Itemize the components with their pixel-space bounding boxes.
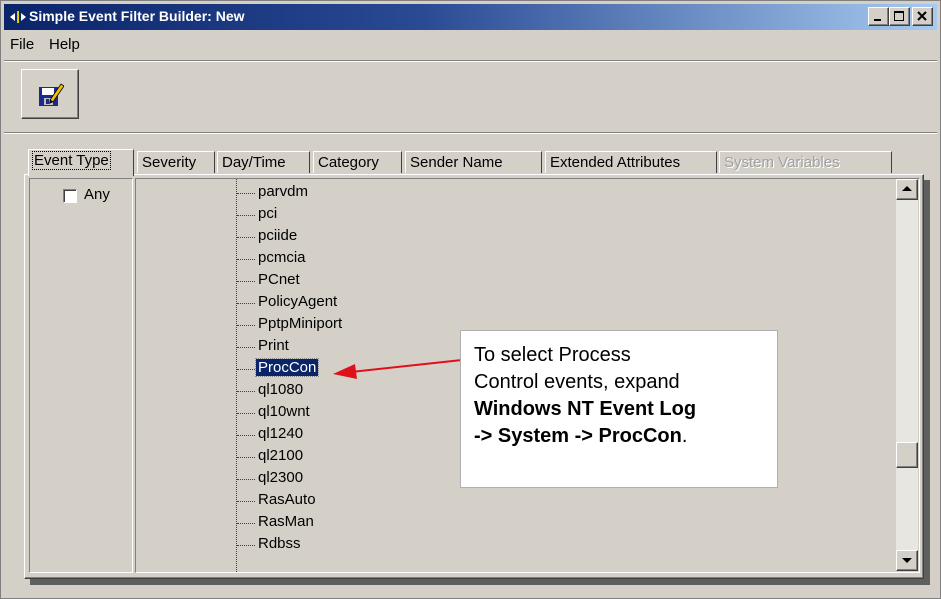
callout-note: To select Process Control events, expand… bbox=[460, 330, 778, 488]
any-pane bbox=[29, 178, 133, 573]
callout-line: Windows NT Event Log bbox=[474, 398, 697, 420]
maximize-button[interactable] bbox=[889, 7, 910, 26]
any-checkbox[interactable] bbox=[63, 189, 77, 203]
tab-sender-name[interactable]: Sender Name bbox=[405, 151, 542, 173]
scroll-thumb[interactable] bbox=[896, 442, 918, 468]
app-icon bbox=[10, 11, 26, 23]
maximize-icon bbox=[894, 11, 904, 21]
tree-guide-line bbox=[236, 179, 237, 572]
close-icon bbox=[917, 11, 927, 21]
tab-day-time[interactable]: Day/Time bbox=[217, 151, 310, 173]
tab-severity[interactable]: Severity bbox=[137, 151, 215, 173]
callout-line: Control events, expand bbox=[474, 371, 680, 393]
title-bar[interactable]: Simple Event Filter Builder: New bbox=[4, 4, 937, 30]
callout-arrow bbox=[333, 359, 463, 379]
menu-separator bbox=[4, 60, 937, 62]
toolbar-separator bbox=[4, 132, 937, 134]
tab-system-variables: System Variables bbox=[719, 151, 892, 173]
minimize-icon bbox=[874, 19, 881, 21]
close-button[interactable] bbox=[912, 7, 933, 26]
arrow-up-icon bbox=[902, 186, 912, 191]
vertical-scrollbar[interactable] bbox=[896, 179, 918, 571]
app-window: Simple Event Filter Builder: New File He… bbox=[0, 0, 941, 599]
tab-extended-attributes[interactable]: Extended Attributes bbox=[545, 151, 717, 173]
minimize-button[interactable] bbox=[868, 7, 889, 26]
tab-event-type[interactable]: Event Type bbox=[28, 149, 134, 176]
save-button[interactable] bbox=[21, 69, 79, 119]
scroll-up-button[interactable] bbox=[896, 179, 918, 200]
any-label: Any bbox=[84, 186, 110, 203]
tab-strip: Event Type Severity Day/Time Category Se… bbox=[24, 149, 904, 176]
window-title: Simple Event Filter Builder: New bbox=[29, 8, 245, 24]
menu-help[interactable]: Help bbox=[49, 36, 80, 53]
scroll-down-button[interactable] bbox=[896, 550, 918, 571]
arrow-down-icon bbox=[902, 558, 912, 563]
save-edit-icon bbox=[39, 83, 64, 106]
callout-line: To select Process bbox=[474, 344, 631, 366]
menu-bar: File Help bbox=[4, 33, 937, 57]
menu-file[interactable]: File bbox=[10, 36, 34, 53]
callout-line: -> System -> ProcCon. bbox=[474, 425, 688, 447]
tab-category[interactable]: Category bbox=[313, 151, 402, 173]
